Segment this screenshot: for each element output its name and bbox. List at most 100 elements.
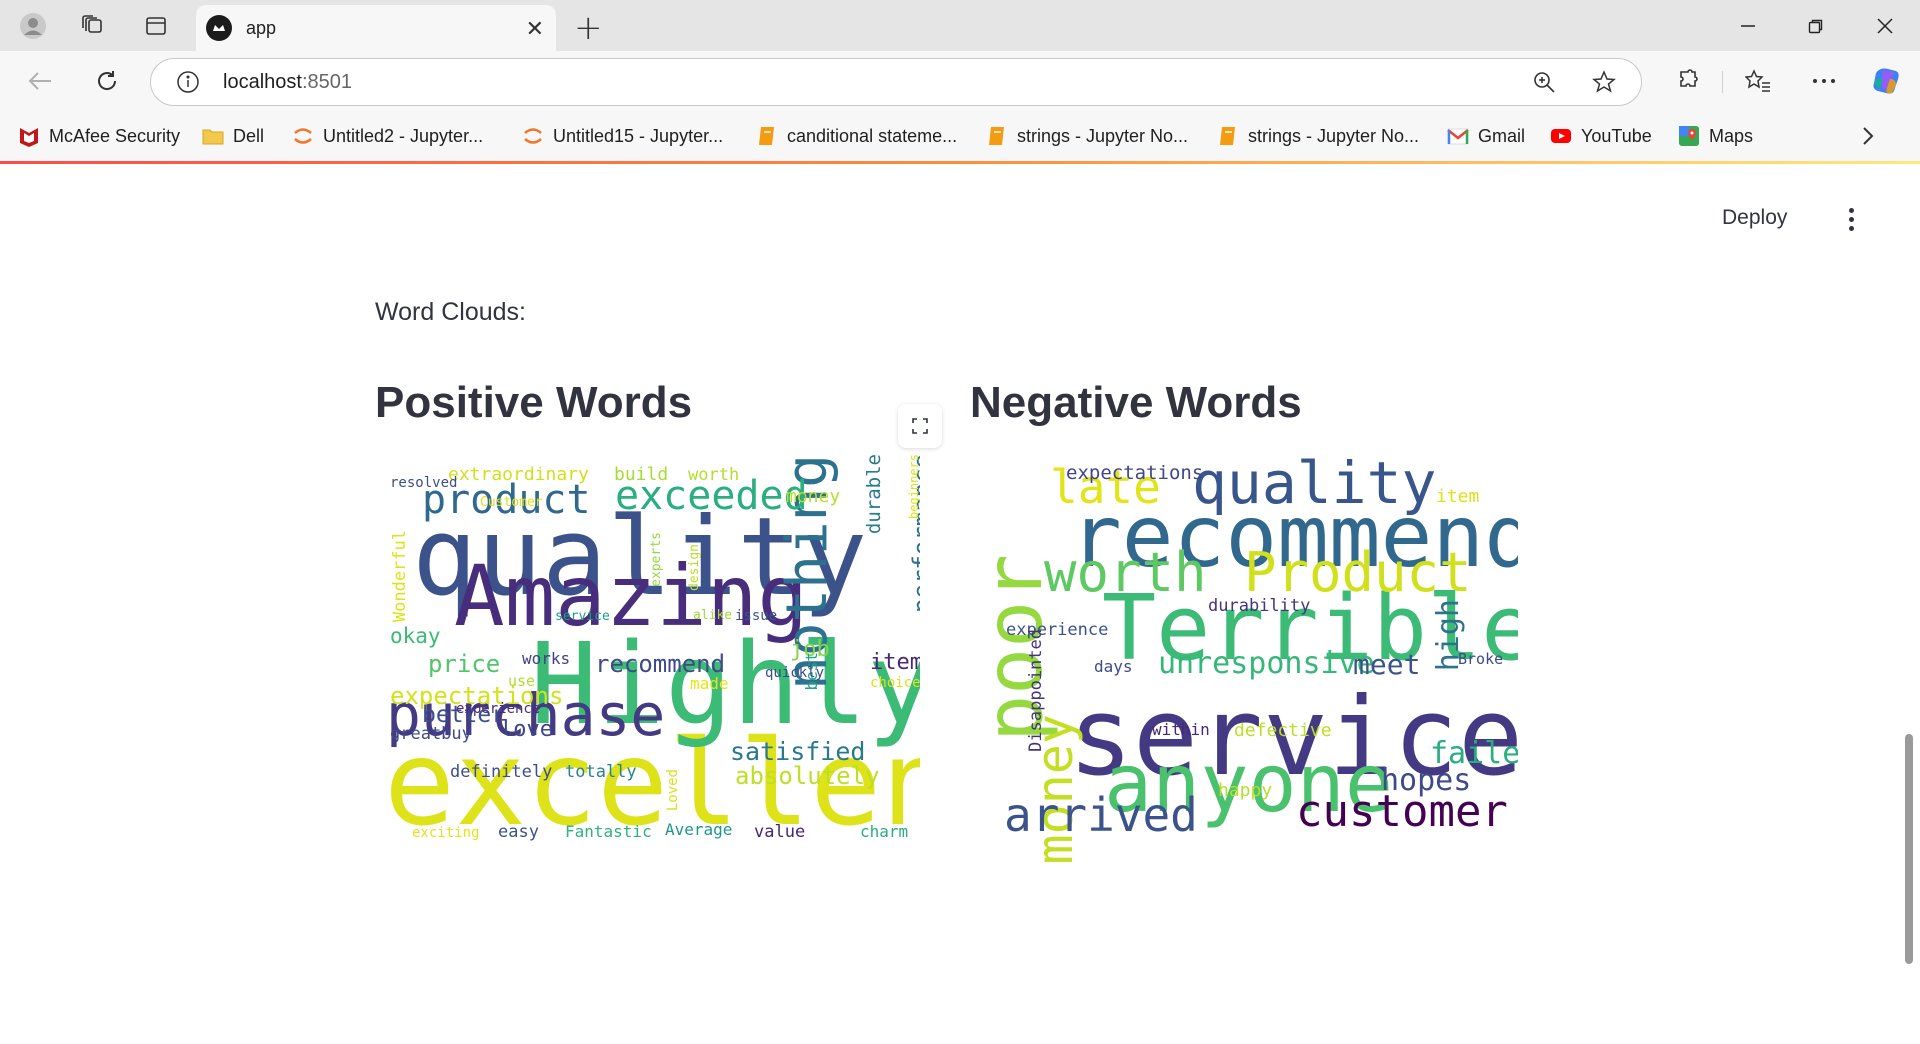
section-label: Word Clouds: [375,298,526,326]
maps-icon [1679,126,1699,146]
positive-word-item: item [870,650,920,675]
bookmark-label: Untitled15 - Jupyter... [553,125,724,146]
positive-word-choice: choice [870,675,920,691]
positive-word-resolved: resolved [390,475,458,491]
bookmark-strings-1[interactable]: strings - Jupyter No... [986,123,1188,149]
jupyter-icon [294,128,312,144]
positive-word-recommend: recommend [595,650,726,678]
gmail-icon [1447,128,1469,145]
positive-word-easy: easy [498,822,539,842]
bookmark-youtube[interactable]: YouTube [1550,123,1652,149]
address-bar[interactable]: localhost:8501 [150,58,1642,106]
main-menu-icon[interactable] [1846,208,1856,234]
copilot-icon[interactable] [1868,63,1904,99]
browser-toolbar: localhost:8501 [0,51,1920,111]
positive-word-use: use [508,672,536,690]
restore-icon[interactable] [1786,6,1846,46]
mcafee-icon [20,128,38,147]
positive-word-worth: worth [688,465,740,485]
new-tab-button[interactable]: + [574,8,603,48]
streamlit-favicon-icon [206,15,232,41]
bookmark-label: Untitled2 - Jupyter... [323,125,484,146]
positive-word-average: Average [665,820,733,839]
negative-word-product: Product [1244,541,1472,604]
positive-word-money: money [786,486,841,507]
bookmark-label: Dell [233,125,265,146]
negative-word-disappointed: Disappointed [1026,629,1046,752]
positive-word-definitely: definitely [450,762,553,782]
bookmarks-bar: McAfee Security Dell Untitled2 - Jupyter… [0,111,1920,161]
url-port: :8501 [301,71,352,93]
positive-word-made: made [690,674,729,693]
bookmark-gmail[interactable]: Gmail [1447,123,1525,149]
positive-word-beginners: beginners [907,454,920,520]
bookmark-untitled15[interactable]: Untitled15 - Jupyter... [522,123,723,149]
favorites-icon[interactable] [1742,65,1774,97]
bookmark-label: strings - Jupyter No... [1248,125,1420,146]
deploy-button[interactable]: Deploy [1722,206,1787,230]
bookmarks-overflow-chevron-icon[interactable] [1856,123,1880,149]
positive-word-customer: Customer [480,495,543,510]
tab-title: app [246,18,277,38]
positive-word-quickly: quickly [765,665,825,681]
bookmark-label: strings - Jupyter No... [1017,125,1189,146]
bookmark-label: Gmail [1478,125,1526,146]
positive-word-alike: alike [693,608,733,623]
bookmark-untitled2[interactable]: Untitled2 - Jupyter... [292,123,483,149]
notebook-icon [1220,127,1235,145]
positive-word-cloud: excellentHighlyqualityAmazingpurchasenot… [380,454,920,1044]
url-host: localhost [223,71,302,93]
negative-word-durability: durability [1208,596,1311,616]
workspaces-icon[interactable] [78,11,108,41]
bookmark-maps[interactable]: Maps [1678,123,1753,149]
bookmark-dell[interactable]: Dell [202,123,264,149]
zoom-icon[interactable] [1531,69,1557,95]
close-window-icon[interactable] [1855,6,1915,46]
positive-word-greatbuy: greatbuy [390,724,472,744]
bookmark-label: canditional stateme... [787,125,958,146]
bookmark-label: YouTube [1581,125,1652,146]
positive-word-service: service [555,609,610,624]
negative-word-broke: Broke [1458,650,1504,668]
minimize-icon[interactable] [1718,6,1778,46]
positive-word-design: design [687,544,702,591]
toolbar-divider [1722,71,1723,93]
fullscreen-icon[interactable] [898,404,942,448]
negative-word-defective: defective [1234,720,1332,741]
negative-word-expectations: expectations [1066,462,1204,484]
positive-word-build: build [614,464,669,485]
positive-word-value: value [754,822,806,842]
bookmark-label: Maps [1709,125,1754,146]
positive-word-love: love [500,717,553,742]
positive-word-satisfied: satisfied [730,737,866,766]
negative-word-days: days [1094,657,1133,676]
notebook-icon [989,127,1004,145]
extensions-icon[interactable] [1672,65,1704,97]
refresh-icon[interactable] [91,65,123,97]
bookmark-mcafee[interactable]: McAfee Security [18,123,180,149]
favorite-star-icon[interactable] [1591,69,1617,95]
profile-icon[interactable] [18,11,48,41]
bookmark-strings-2[interactable]: strings - Jupyter No... [1217,123,1419,149]
bookmark-canditional[interactable]: canditional stateme... [756,123,957,149]
tab-actions-icon[interactable] [141,11,171,41]
positive-word-price: price [428,650,501,678]
back-icon[interactable] [24,65,56,97]
negative-word-cloud: service recommend Terrible anyone poor qualit… [978,454,1518,1044]
negative-word-experience: experience [1006,620,1109,640]
positive-word-loved: Loved [665,769,681,812]
url-text: localhost:8501 [223,71,352,94]
more-menu-icon[interactable] [1808,65,1840,97]
positive-words-heading: Positive Words [375,378,693,427]
positive-word-wonderful: Wonderful [390,530,410,623]
page-scrollbar[interactable] [1905,734,1913,964]
positive-word-experience: experience [456,701,541,717]
positive-word-fantastic: Fantastic [565,822,652,841]
positive-word-exciting: exciting [412,825,480,841]
positive-word-works: works [522,649,571,668]
tab-close-icon[interactable]: ✕ [526,16,544,42]
negative-word-unresponsive: unresponsive [1158,646,1375,681]
tab-app[interactable]: app ✕ [196,5,556,51]
negative-word-hopes: hopes [1381,763,1472,798]
site-info-icon[interactable] [175,69,201,95]
